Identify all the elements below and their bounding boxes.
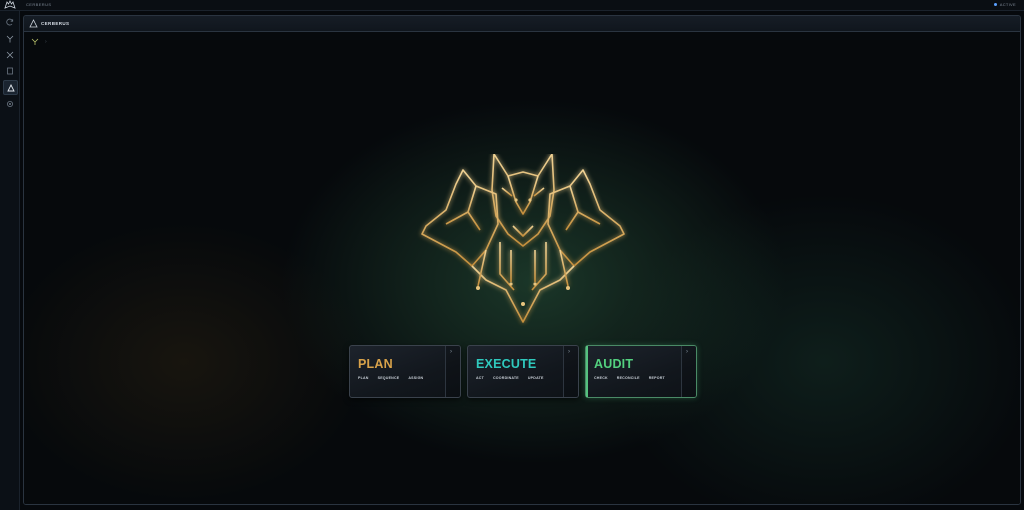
rail-share-button[interactable]: [3, 32, 16, 45]
card-subtitles: PLAN SEQUENCE ASSIGN: [358, 376, 423, 381]
card-title: PLAN: [358, 357, 393, 371]
card-sub-item: PLAN: [358, 376, 369, 380]
document-icon: [6, 67, 13, 74]
plan-card[interactable]: › PLAN PLAN SEQUENCE ASSIGN: [349, 345, 461, 398]
card-corner: [445, 346, 460, 397]
card-sub-item: RECONCILE: [616, 376, 640, 380]
rail-document-button[interactable]: [3, 64, 16, 77]
chevron-right-icon: ›: [450, 349, 452, 355]
card-corner: [681, 346, 696, 397]
card-title: EXECUTE: [476, 357, 537, 371]
status-text: ACTIVE: [999, 2, 1016, 7]
rail-settings-button[interactable]: [3, 97, 16, 110]
chevron-right-icon: ›: [568, 349, 570, 355]
window-title: CERBERUS: [41, 21, 70, 26]
audit-card[interactable]: › AUDIT CHECK RECONCILE REPORT: [585, 345, 697, 398]
card-title: AUDIT: [594, 357, 634, 371]
top-status-bar: CERBERUS ACTIVE: [0, 0, 1024, 11]
toolbar-separator: ›: [45, 39, 47, 45]
settings-icon: [6, 100, 13, 107]
chevron-right-icon: ›: [686, 349, 688, 355]
main-window: CERBERUS › › PLAN PLAN SEQUENCE ASSIGN ›…: [23, 15, 1021, 505]
cerberus-icon: [29, 19, 38, 28]
card-sub-item: SEQUENCE: [377, 376, 400, 380]
cerberus-emblem: [421, 154, 625, 323]
execute-card[interactable]: › EXECUTE ACT COORDINATE UPDATE: [467, 345, 579, 398]
card-sub-item: REPORT: [648, 376, 665, 380]
app-logo-icon: [4, 0, 16, 9]
rail-refresh-button[interactable]: [3, 15, 16, 28]
card-subtitles: ACT COORDINATE UPDATE: [476, 376, 544, 381]
share-icon: [6, 35, 13, 42]
card-sub-item: ACT: [476, 376, 484, 380]
signal-icon[interactable]: [31, 38, 39, 46]
card-sub-item: CHECK: [594, 376, 608, 380]
rail-tools-button[interactable]: [3, 48, 16, 61]
left-rail: [0, 11, 20, 510]
card-sub-item: ASSIGN: [408, 376, 424, 380]
refresh-icon: [5, 18, 13, 25]
app-name: CERBERUS: [26, 2, 52, 7]
card-sub-item: COORDINATE: [493, 376, 519, 380]
rail-cerberus-button[interactable]: [3, 80, 18, 95]
status-indicator[interactable]: ACTIVE: [993, 1, 1016, 9]
card-subtitles: CHECK RECONCILE REPORT: [594, 376, 665, 381]
status-dot-icon: [993, 3, 997, 7]
triangle-icon: [6, 83, 15, 91]
card-corner: [563, 346, 578, 397]
window-header: CERBERUS: [24, 16, 1020, 32]
tools-icon: [6, 51, 13, 58]
canvas-area: › › PLAN PLAN SEQUENCE ASSIGN › EXECUTE …: [24, 32, 1020, 504]
card-sub-item: UPDATE: [527, 376, 544, 380]
